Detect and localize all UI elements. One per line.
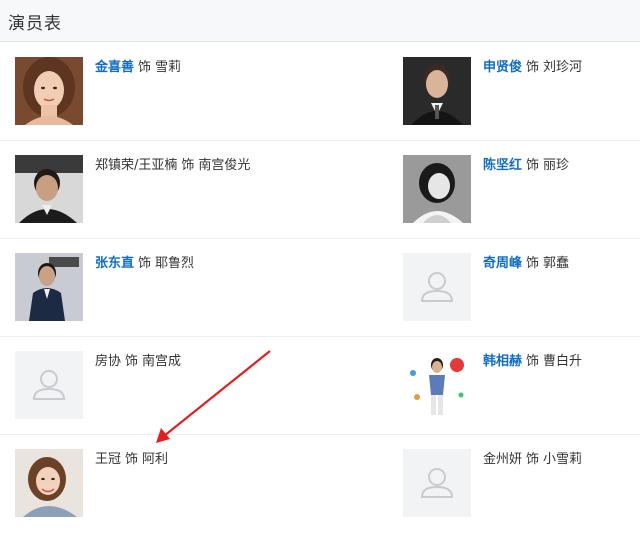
actor-name-link[interactable]: 金喜善 xyxy=(95,60,134,75)
actor-name-link[interactable]: 张东直 xyxy=(95,256,134,271)
as-label: 饰 xyxy=(526,158,540,173)
cast-item: 王冠饰阿利 xyxy=(0,435,320,533)
as-label: 饰 xyxy=(125,452,139,467)
role-name: 刘珍河 xyxy=(543,60,583,75)
actor-photo[interactable] xyxy=(15,253,83,321)
cast-credit: 房协饰南宫成 xyxy=(95,353,181,371)
as-label: 饰 xyxy=(138,256,152,271)
cast-credit: 金喜善饰雪莉 xyxy=(95,59,181,77)
cast-item: 陈坚红饰丽珍 xyxy=(388,141,640,239)
cast-item: 韩相赫饰曹白升 xyxy=(388,337,640,435)
actor-name-link[interactable]: 陈坚红 xyxy=(483,158,522,173)
actor-name: 郑镇荣/王亚楠 xyxy=(95,158,178,173)
actor-name: 金州妍 xyxy=(483,452,523,467)
placeholder-avatar-icon[interactable] xyxy=(403,449,471,517)
page-title: 演员表 xyxy=(8,14,62,34)
cast-credit: 奇周峰饰郭蠢 xyxy=(483,255,569,273)
role-name: 阿利 xyxy=(142,452,169,467)
cast-item: 金喜善饰雪莉 xyxy=(0,43,320,141)
as-label: 饰 xyxy=(125,354,139,369)
actor-photo[interactable] xyxy=(15,449,83,517)
cast-row: 金喜善饰雪莉 申贤俊饰刘珍河 xyxy=(0,43,640,141)
cast-row: 郑镇荣/王亚楠饰南宫俊光 陈坚红饰丽珍 xyxy=(0,141,640,239)
as-label: 饰 xyxy=(526,60,540,75)
cast-credit: 王冠饰阿利 xyxy=(95,451,168,469)
actor-photo[interactable] xyxy=(15,57,83,125)
cast-row: 房协饰南宫成 韩相赫饰曹白升 xyxy=(0,337,640,435)
role-name: 耶鲁烈 xyxy=(155,256,195,271)
actor-name-link[interactable]: 申贤俊 xyxy=(483,60,522,75)
cast-grid: 金喜善饰雪莉 申贤俊饰刘珍河 郑镇荣/王亚楠 饰 南宫俊光 陈坚红 饰 丽珍 张… xyxy=(0,43,640,533)
cast-credit: 陈坚红饰丽珍 xyxy=(483,157,569,175)
role-name: 雪莉 xyxy=(155,60,182,75)
cast-credit: 郑镇荣/王亚楠饰南宫俊光 xyxy=(95,157,250,175)
actor-photo[interactable] xyxy=(403,351,471,419)
role-name: 南宫俊光 xyxy=(198,158,251,173)
cast-item: 房协饰南宫成 xyxy=(0,337,320,435)
role-name: 曹白升 xyxy=(543,354,583,369)
cast-item: 申贤俊饰刘珍河 xyxy=(388,43,640,141)
cast-row: 王冠饰阿利 金州妍饰小雪莉 xyxy=(0,435,640,533)
actor-name: 房协 xyxy=(95,354,122,369)
as-label: 饰 xyxy=(526,256,540,271)
as-label: 饰 xyxy=(526,354,540,369)
cast-credit: 韩相赫饰曹白升 xyxy=(483,353,582,371)
actor-photo[interactable] xyxy=(403,57,471,125)
cast-credit: 申贤俊饰刘珍河 xyxy=(483,59,582,77)
actor-name-link[interactable]: 韩相赫 xyxy=(483,354,522,369)
actor-photo[interactable] xyxy=(15,155,83,223)
as-label: 饰 xyxy=(181,158,195,173)
as-label: 饰 xyxy=(138,60,152,75)
cast-credit: 张东直饰耶鲁烈 xyxy=(95,255,194,273)
cast-item: 张东直饰耶鲁烈 xyxy=(0,239,320,337)
cast-row: 张东直饰耶鲁烈 奇周峰饰郭蠢 xyxy=(0,239,640,337)
role-name: 小雪莉 xyxy=(543,452,583,467)
cast-list-header: 演员表 xyxy=(0,0,640,42)
role-name: 丽珍 xyxy=(543,158,570,173)
cast-credit: 金州妍饰小雪莉 xyxy=(483,451,582,469)
placeholder-avatar-icon[interactable] xyxy=(403,253,471,321)
actor-photo[interactable] xyxy=(403,155,471,223)
role-name: 郭蠢 xyxy=(543,256,570,271)
cast-item: 金州妍饰小雪莉 xyxy=(388,435,640,533)
as-label: 饰 xyxy=(526,452,540,467)
cast-item: 奇周峰饰郭蠢 xyxy=(388,239,640,337)
actor-name-link[interactable]: 奇周峰 xyxy=(483,256,522,271)
placeholder-avatar-icon[interactable] xyxy=(15,351,83,419)
actor-name: 王冠 xyxy=(95,452,122,467)
cast-item: 郑镇荣/王亚楠饰南宫俊光 xyxy=(0,141,320,239)
role-name: 南宫成 xyxy=(142,354,182,369)
